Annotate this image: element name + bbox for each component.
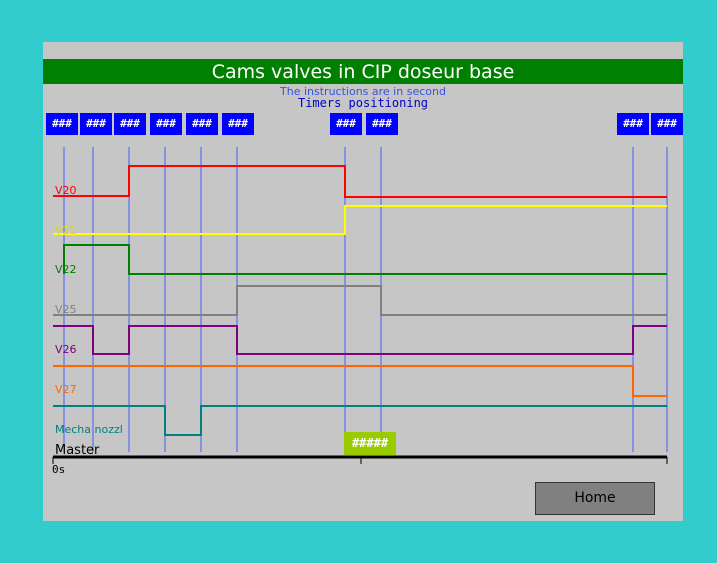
signal-trace-v26 bbox=[53, 325, 667, 355]
signal-label: V21 bbox=[55, 224, 77, 237]
signal-trace-v25 bbox=[53, 285, 667, 316]
signal-trace-v21 bbox=[53, 205, 667, 235]
signal-label: V20 bbox=[55, 184, 77, 197]
signal-trace-v22 bbox=[63, 244, 667, 275]
signal-trace-v27 bbox=[53, 365, 667, 397]
signal-trace-v20 bbox=[53, 165, 667, 198]
signal-trace-mecha-nozzl bbox=[53, 405, 667, 436]
signal-label: V25 bbox=[55, 303, 77, 316]
axis-start-label: 0s bbox=[52, 463, 66, 476]
cam-timing-chart bbox=[52, 147, 668, 464]
signal-label: V22 bbox=[55, 263, 77, 276]
home-button[interactable]: Home bbox=[535, 482, 655, 515]
signal-label: Mecha nozzl bbox=[55, 423, 123, 436]
cursor-value-field[interactable]: ##### bbox=[344, 432, 396, 455]
signal-label: V26 bbox=[55, 343, 77, 356]
master-label: Master bbox=[55, 443, 100, 458]
signal-label: V27 bbox=[55, 383, 77, 396]
